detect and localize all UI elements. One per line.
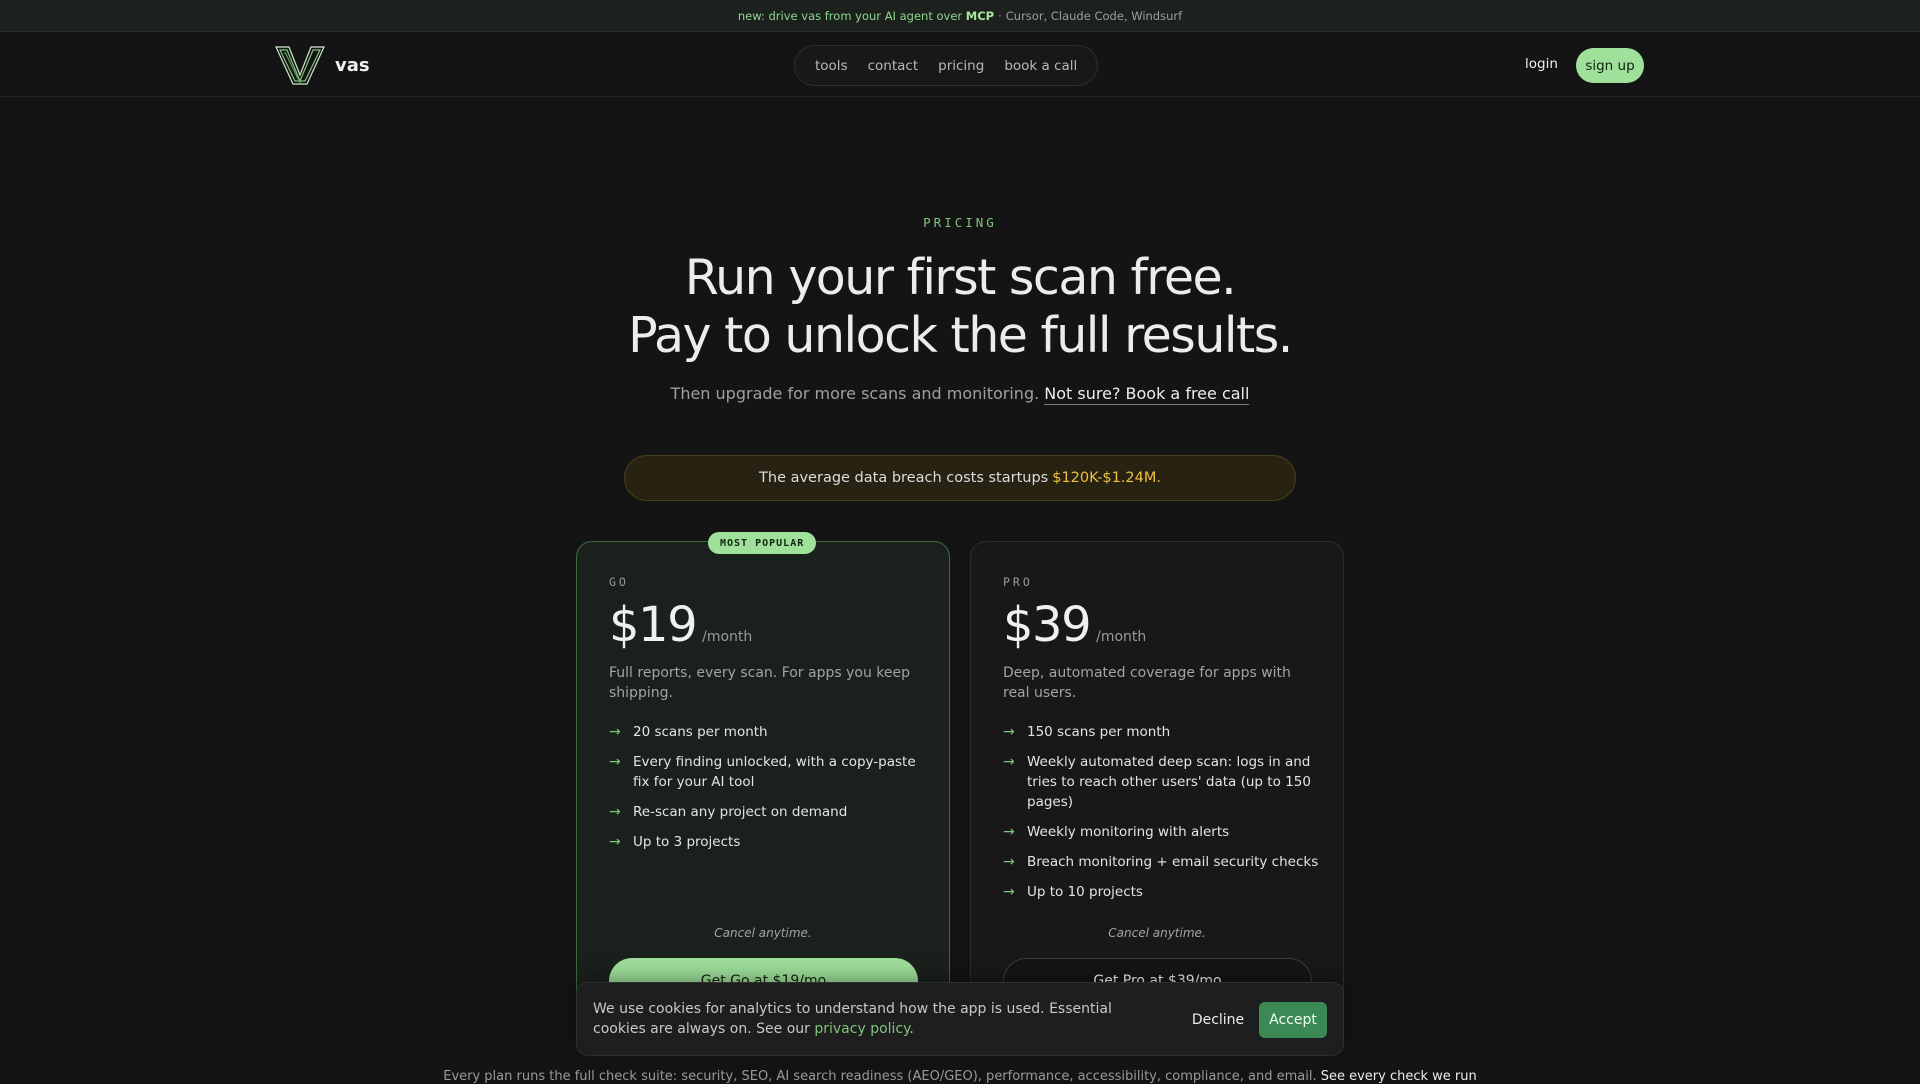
price-amount: $39 <box>1003 597 1092 653</box>
cookie-banner: We use cookies for analytics to understa… <box>576 982 1344 1056</box>
announcement-suffix: Cursor, Claude Code, Windsurf <box>1005 8 1183 23</box>
plan-description: Full reports, every scan. For apps you k… <box>609 665 911 701</box>
plan-features: → 150 scans per month → Weekly automated d… <box>1003 722 1321 912</box>
price-period: /month <box>702 629 753 645</box>
most-popular-badge: MOST POPULAR <box>708 532 817 554</box>
feature-item: → Up to 10 projects <box>1003 884 1143 900</box>
nav-link-tools[interactable]: tools <box>805 58 858 74</box>
logo[interactable]: vas <box>275 45 370 85</box>
check-suite-text: Every plan runs the full check suite: se… <box>443 1069 1317 1084</box>
feature-item: → Breach monitoring + email security chec… <box>1003 854 1319 870</box>
plan-name: PRO <box>1003 575 1033 589</box>
feature-item: → 20 scans per month <box>609 724 768 740</box>
brand-name: vas <box>335 54 370 76</box>
privacy-policy-link[interactable]: privacy policy <box>814 1021 909 1037</box>
plan-name: GO <box>609 575 629 589</box>
arrow-right-icon: → <box>1003 724 1015 740</box>
accept-cookies-button[interactable]: Accept <box>1259 1002 1327 1038</box>
announcement-bar[interactable]: new: drive vas from your AI agent over M… <box>0 0 1920 32</box>
breach-text: The average data breach costs startups <box>759 470 1049 486</box>
feature-item: → Weekly automated deep scan: logs in and… <box>1003 754 1311 810</box>
arrow-right-icon: → <box>1003 754 1015 770</box>
top-navigation: vas tools contact pricing book a call lo… <box>0 33 1920 97</box>
signup-button[interactable]: sign up <box>1576 48 1644 83</box>
plan-features: → 20 scans per month → Every finding unloc… <box>609 722 927 862</box>
book-free-call-link[interactable]: Not sure? Book a free call <box>1044 384 1250 405</box>
v-logo-icon <box>275 46 325 85</box>
feature-item: → Up to 3 projects <box>609 834 741 850</box>
breach-amount: $120K-$1.24M. <box>1052 470 1161 486</box>
plan-description: Deep, automated coverage for apps with r… <box>1003 665 1291 701</box>
login-link[interactable]: login <box>1525 56 1558 72</box>
arrow-right-icon: → <box>609 804 621 820</box>
arrow-right-icon: → <box>1003 884 1015 900</box>
plan-price: $39 /month <box>1003 597 1146 653</box>
feature-item: → Weekly monitoring with alerts <box>1003 824 1230 840</box>
see-every-check-link[interactable]: See every check we run <box>1321 1069 1477 1084</box>
cancel-note: Cancel anytime. <box>1108 926 1206 940</box>
nav-link-book-a-call[interactable]: book a call <box>994 58 1087 74</box>
arrow-right-icon: → <box>1003 854 1015 870</box>
announcement-highlight: MCP <box>965 8 995 23</box>
feature-item: → Re-scan any project on demand <box>609 804 848 820</box>
check-suite-note: Every plan runs the full check suite: se… <box>0 1069 1920 1084</box>
plan-card-pro: PRO $39 /month Deep, automated coverage … <box>970 541 1344 1021</box>
plan-price: $19 /month <box>609 597 752 653</box>
announcement-separator: · <box>998 8 1002 23</box>
arrow-right-icon: → <box>1003 824 1015 840</box>
page-headline: Run your first scan free. Pay to unlock … <box>0 249 1920 365</box>
nav-link-contact[interactable]: contact <box>858 58 929 74</box>
hero-subline: Then upgrade for more scans and monitori… <box>0 384 1920 405</box>
subline-text: Then upgrade for more scans and monitori… <box>670 384 1040 403</box>
arrow-right-icon: → <box>609 834 621 850</box>
arrow-right-icon: → <box>609 754 621 770</box>
cancel-note: Cancel anytime. <box>714 926 812 940</box>
price-period: /month <box>1096 629 1147 645</box>
arrow-right-icon: → <box>609 724 621 740</box>
headline-line-1: Run your first scan free. <box>684 249 1237 306</box>
pricing-eyebrow: PRICING <box>923 215 997 230</box>
plan-card-go: MOST POPULAR GO $19 /month Full reports,… <box>576 532 950 1021</box>
announcement-text: new: drive vas from your AI agent over M… <box>737 8 995 23</box>
price-amount: $19 <box>609 597 698 653</box>
decline-cookies-button[interactable]: Decline <box>1185 1002 1251 1038</box>
breach-cost-banner: The average data breach costs startups $… <box>624 455 1296 501</box>
nav-link-pricing[interactable]: pricing <box>928 58 994 74</box>
nav-links: tools contact pricing book a call <box>794 45 1099 86</box>
feature-item: → 150 scans per month <box>1003 724 1171 740</box>
headline-line-2: Pay to unlock the full results. <box>628 307 1293 364</box>
cookie-text: We use cookies for analytics to understa… <box>593 1001 1112 1037</box>
feature-item: → Every finding unlocked, with a copy-pas… <box>609 754 916 790</box>
